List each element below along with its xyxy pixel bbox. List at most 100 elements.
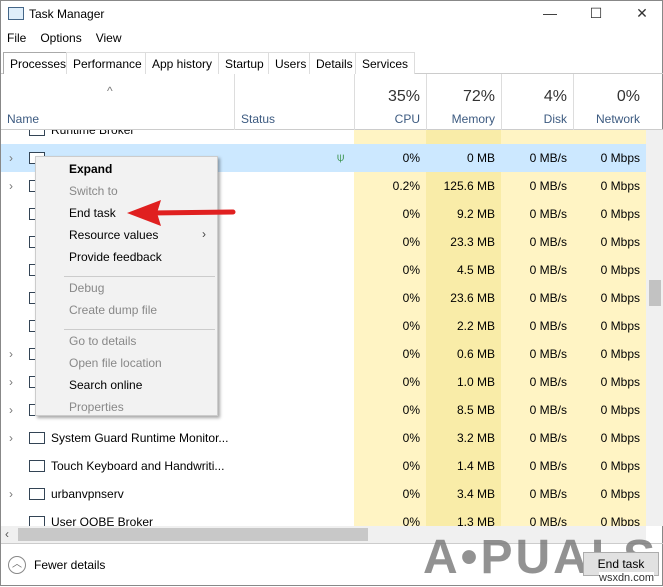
process-name: User OOBE Broker bbox=[51, 515, 154, 526]
menu-separator bbox=[64, 276, 215, 277]
column-disk[interactable]: 4% Disk bbox=[501, 74, 573, 130]
disk-value: 0 MB/s bbox=[501, 452, 573, 480]
red-arrow-annotation bbox=[127, 200, 236, 226]
process-row[interactable]: › urbanvpnserv 0% 3.4 MB 0 MB/s 0 Mbps bbox=[1, 480, 646, 508]
mem-value: 23.3 MB bbox=[426, 228, 501, 256]
tab-details[interactable]: Details bbox=[309, 52, 360, 74]
tab-users[interactable]: Users bbox=[268, 52, 314, 74]
expand-chevron-icon[interactable]: › bbox=[9, 340, 13, 368]
process-icon bbox=[29, 130, 45, 136]
menu-item-switch-to: Switch to bbox=[69, 184, 118, 198]
menu-item-resource-values[interactable]: Resource values bbox=[69, 228, 158, 242]
scroll-thumb[interactable] bbox=[649, 280, 661, 306]
disk-value: 0 MB/s bbox=[501, 284, 573, 312]
process-icon bbox=[29, 432, 45, 444]
disk-value: 0 MB/s bbox=[529, 151, 567, 165]
expand-chevron-icon[interactable]: › bbox=[9, 144, 13, 172]
column-name[interactable]: Name bbox=[7, 112, 39, 126]
context-menu: Expand Switch to End task Resource values › P… bbox=[35, 156, 218, 416]
mem-value: 4.5 MB bbox=[426, 256, 501, 284]
column-cpu[interactable]: 35% CPU bbox=[354, 74, 426, 130]
disk-value: 0 MB/s bbox=[501, 200, 573, 228]
cpu-value: 0% bbox=[354, 508, 426, 526]
tab-startup[interactable]: Startup bbox=[218, 52, 271, 74]
tab-bar: Processes Performance App history Startu… bbox=[1, 52, 663, 74]
menu-item-create-dump-file: Create dump file bbox=[69, 303, 158, 317]
cpu-value: 0% bbox=[354, 396, 426, 424]
minimize-button[interactable]: — bbox=[535, 5, 565, 21]
net-value: 0 Mbps bbox=[573, 228, 646, 256]
scroll-left-icon[interactable]: ‹ bbox=[5, 527, 9, 541]
menu-item-search-online[interactable]: Search online bbox=[69, 378, 142, 392]
disk-value: 0 MB/s bbox=[501, 340, 573, 368]
tab-processes[interactable]: Processes bbox=[3, 52, 74, 74]
leaf-icon: ⍦ bbox=[337, 150, 345, 164]
disk-value: 0 MB/s bbox=[501, 228, 573, 256]
disk-value: 0 MB/s bbox=[501, 424, 573, 452]
net-value: 0 Mbps bbox=[573, 172, 646, 200]
disk-value: 0 MB/s bbox=[501, 396, 573, 424]
column-network[interactable]: 0% Network bbox=[573, 74, 646, 130]
mem-value bbox=[426, 130, 501, 144]
cpu-value: 0% bbox=[354, 424, 426, 452]
task-manager-icon bbox=[8, 7, 24, 20]
menu-item-end-task[interactable]: End task bbox=[69, 206, 116, 220]
net-value: 0 Mbps bbox=[573, 368, 646, 396]
cpu-value bbox=[354, 130, 426, 144]
process-icon bbox=[29, 460, 45, 472]
tab-services[interactable]: Services bbox=[355, 52, 416, 74]
menu-item-provide-feedback[interactable]: Provide feedback bbox=[69, 250, 162, 264]
process-name: System Guard Runtime Monitor... bbox=[51, 431, 229, 445]
expand-chevron-icon[interactable]: › bbox=[9, 368, 13, 396]
vertical-scrollbar[interactable] bbox=[646, 130, 663, 526]
net-value: 0 Mbps bbox=[573, 312, 646, 340]
maximize-button[interactable]: ☐ bbox=[581, 5, 611, 22]
process-row[interactable]: Runtime Broker bbox=[1, 130, 646, 144]
menu-separator bbox=[64, 329, 215, 330]
cpu-value: 0.2% bbox=[354, 172, 426, 200]
mem-value: 1.3 MB bbox=[426, 508, 501, 526]
menu-file[interactable]: File bbox=[7, 31, 26, 45]
cpu-value: 0% bbox=[354, 312, 426, 340]
net-value: 0 Mbps bbox=[573, 200, 646, 228]
process-name: Touch Keyboard and Handwriti... bbox=[51, 459, 225, 473]
process-row[interactable]: Touch Keyboard and Handwriti... 0% 1.4 MB 0… bbox=[1, 452, 646, 480]
cpu-value: 0% bbox=[354, 452, 426, 480]
disk-value: 0 MB/s bbox=[501, 368, 573, 396]
disk-value: 0 MB/s bbox=[501, 312, 573, 340]
cpu-value: 0% bbox=[402, 151, 420, 165]
net-value: 0 Mbps bbox=[573, 480, 646, 508]
expand-chevron-icon[interactable]: › bbox=[9, 172, 13, 200]
mem-value: 125.6 MB bbox=[426, 172, 501, 200]
net-value bbox=[573, 130, 646, 144]
column-memory[interactable]: 72% Memory bbox=[426, 74, 501, 130]
close-button[interactable]: ✕ bbox=[627, 5, 657, 22]
mem-value: 3.2 MB bbox=[426, 424, 501, 452]
menu-item-expand[interactable]: Expand bbox=[69, 162, 112, 176]
process-name: urbanvpnserv bbox=[51, 487, 124, 501]
title-bar: Task Manager — ☐ ✕ bbox=[1, 1, 663, 29]
mem-value: 3.4 MB bbox=[426, 480, 501, 508]
chevron-up-icon[interactable]: ︿ bbox=[8, 556, 26, 574]
tab-performance[interactable]: Performance bbox=[66, 52, 149, 74]
net-value: 0 Mbps bbox=[573, 256, 646, 284]
hscroll-thumb[interactable] bbox=[18, 528, 368, 541]
mem-value: 2.2 MB bbox=[426, 312, 501, 340]
disk-value bbox=[501, 130, 573, 144]
process-row[interactable]: User OOBE Broker 0% 1.3 MB 0 MB/s 0 Mbps bbox=[1, 508, 646, 526]
mem-value: 1.0 MB bbox=[426, 368, 501, 396]
cpu-value: 0% bbox=[354, 256, 426, 284]
process-row[interactable]: › System Guard Runtime Monitor... 0% 3.2 MB… bbox=[1, 424, 646, 452]
tab-app-history[interactable]: App history bbox=[145, 52, 220, 74]
column-status[interactable]: Status bbox=[234, 74, 354, 130]
net-value: 0 Mbps bbox=[573, 452, 646, 480]
expand-chevron-icon[interactable]: › bbox=[9, 396, 13, 424]
fewer-details-link[interactable]: Fewer details bbox=[34, 558, 105, 572]
disk-value: 0 MB/s bbox=[501, 508, 573, 526]
process-icon bbox=[29, 516, 45, 526]
expand-chevron-icon[interactable]: › bbox=[9, 480, 13, 508]
expand-chevron-icon[interactable]: › bbox=[9, 424, 13, 452]
menu-options[interactable]: Options bbox=[40, 31, 81, 45]
submenu-arrow-icon: › bbox=[202, 227, 206, 241]
menu-view[interactable]: View bbox=[96, 31, 122, 45]
